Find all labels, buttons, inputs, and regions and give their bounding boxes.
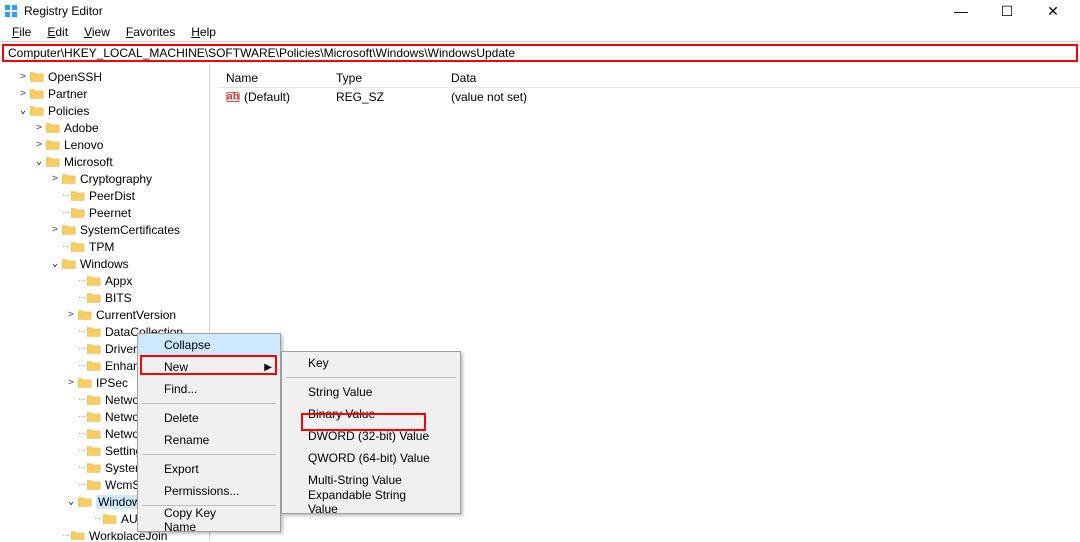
tree-item-label: Microsoft [64, 155, 113, 169]
menu-view[interactable]: View [76, 23, 118, 41]
menu-item[interactable]: Collapse [138, 334, 280, 356]
tree-item[interactable]: >CurrentVersion [0, 306, 209, 323]
tree-item-label: AU [121, 512, 138, 526]
tree-item-label: SystemCertificates [80, 223, 180, 237]
tree-item-label: Lenovo [64, 138, 103, 152]
minimize-button[interactable]: — [938, 0, 984, 22]
menu-bar: File Edit View Favorites Help [0, 22, 1080, 42]
window-controls: — ☐ ✕ [938, 0, 1076, 22]
tree-item-label: Appx [105, 274, 132, 288]
tree-item[interactable]: ···BITS [0, 289, 209, 306]
tree-item[interactable]: ⌄Windows [0, 255, 209, 272]
tree-item[interactable]: ···Peernet [0, 204, 209, 221]
regedit-icon [4, 4, 18, 18]
tree-item-label: OpenSSH [48, 70, 102, 84]
tree-item[interactable]: >Partner [0, 85, 209, 102]
menu-item[interactable]: Expandable String Value [282, 491, 460, 513]
menu-item[interactable]: Export [138, 458, 280, 480]
col-header-data[interactable]: Data [443, 71, 1080, 85]
list-row[interactable]: ab (Default) REG_SZ (value not set) [218, 88, 1080, 106]
tree-item[interactable]: ···TPM [0, 238, 209, 255]
string-value-icon: ab [226, 90, 240, 104]
title-bar: Registry Editor — ☐ ✕ [0, 0, 1080, 22]
tree-item-label: BITS [105, 291, 132, 305]
address-bar[interactable]: Computer\HKEY_LOCAL_MACHINE\SOFTWARE\Pol… [2, 44, 1078, 62]
menu-item[interactable]: Delete [138, 407, 280, 429]
menu-item[interactable]: Copy Key Name [138, 509, 280, 531]
tree-item-label: Adobe [64, 121, 99, 135]
menu-separator [286, 377, 456, 378]
menu-item[interactable]: New▶ [138, 356, 280, 378]
col-header-type[interactable]: Type [328, 71, 443, 85]
address-text: Computer\HKEY_LOCAL_MACHINE\SOFTWARE\Pol… [8, 46, 515, 60]
list-header: Name Type Data [218, 68, 1080, 88]
tree-item-label: CurrentVersion [96, 308, 176, 322]
context-menu-new[interactable]: Key String ValueBinary ValueDWORD (32-bit… [281, 351, 461, 514]
address-bar-container: Computer\HKEY_LOCAL_MACHINE\SOFTWARE\Pol… [0, 42, 1080, 64]
tree-item[interactable]: >OpenSSH [0, 68, 209, 85]
value-type: REG_SZ [328, 90, 443, 104]
tree-item-label: Policies [48, 104, 89, 118]
menu-separator [142, 454, 276, 455]
tree-item[interactable]: >Adobe [0, 119, 209, 136]
tree-item[interactable]: ···PeerDist [0, 187, 209, 204]
menu-item[interactable]: Binary Value [282, 403, 460, 425]
menu-item[interactable]: Permissions... [138, 480, 280, 502]
tree-item-label: Windows [80, 257, 129, 271]
value-data: (value not set) [443, 90, 1080, 104]
tree-item-label: TPM [89, 240, 114, 254]
menu-favorites[interactable]: Favorites [118, 23, 183, 41]
col-header-name[interactable]: Name [218, 71, 328, 85]
menu-item[interactable]: String Value [282, 381, 460, 403]
tree-item[interactable]: ⌄Policies [0, 102, 209, 119]
tree-item[interactable]: >Lenovo [0, 136, 209, 153]
maximize-button[interactable]: ☐ [984, 0, 1030, 22]
tree-item[interactable]: >Cryptography [0, 170, 209, 187]
svg-text:ab: ab [227, 91, 239, 103]
tree-item[interactable]: >SystemCertificates [0, 221, 209, 238]
close-button[interactable]: ✕ [1030, 0, 1076, 22]
menu-help[interactable]: Help [183, 23, 224, 41]
tree-item-label: Cryptography [80, 172, 152, 186]
menu-item[interactable]: Rename [138, 429, 280, 451]
value-name: (Default) [244, 90, 290, 104]
submenu-arrow-icon: ▶ [264, 362, 272, 373]
menu-item[interactable]: Key [282, 352, 460, 374]
context-menu-key[interactable]: CollapseNew▶Find... DeleteRename ExportPer… [137, 333, 281, 532]
window-title: Registry Editor [24, 4, 938, 18]
menu-separator [142, 403, 276, 404]
tree-item[interactable]: ···Appx [0, 272, 209, 289]
tree-item-label: IPSec [96, 376, 128, 390]
tree-item-label: Partner [48, 87, 87, 101]
tree-item-label: PeerDist [89, 189, 135, 203]
tree-item[interactable]: ⌄Microsoft [0, 153, 209, 170]
tree-item-label: Peernet [89, 206, 131, 220]
menu-file[interactable]: File [4, 23, 39, 41]
menu-item[interactable]: Find... [138, 378, 280, 400]
menu-item[interactable]: QWORD (64-bit) Value [282, 447, 460, 469]
menu-edit[interactable]: Edit [39, 23, 76, 41]
menu-item[interactable]: DWORD (32-bit) Value [282, 425, 460, 447]
